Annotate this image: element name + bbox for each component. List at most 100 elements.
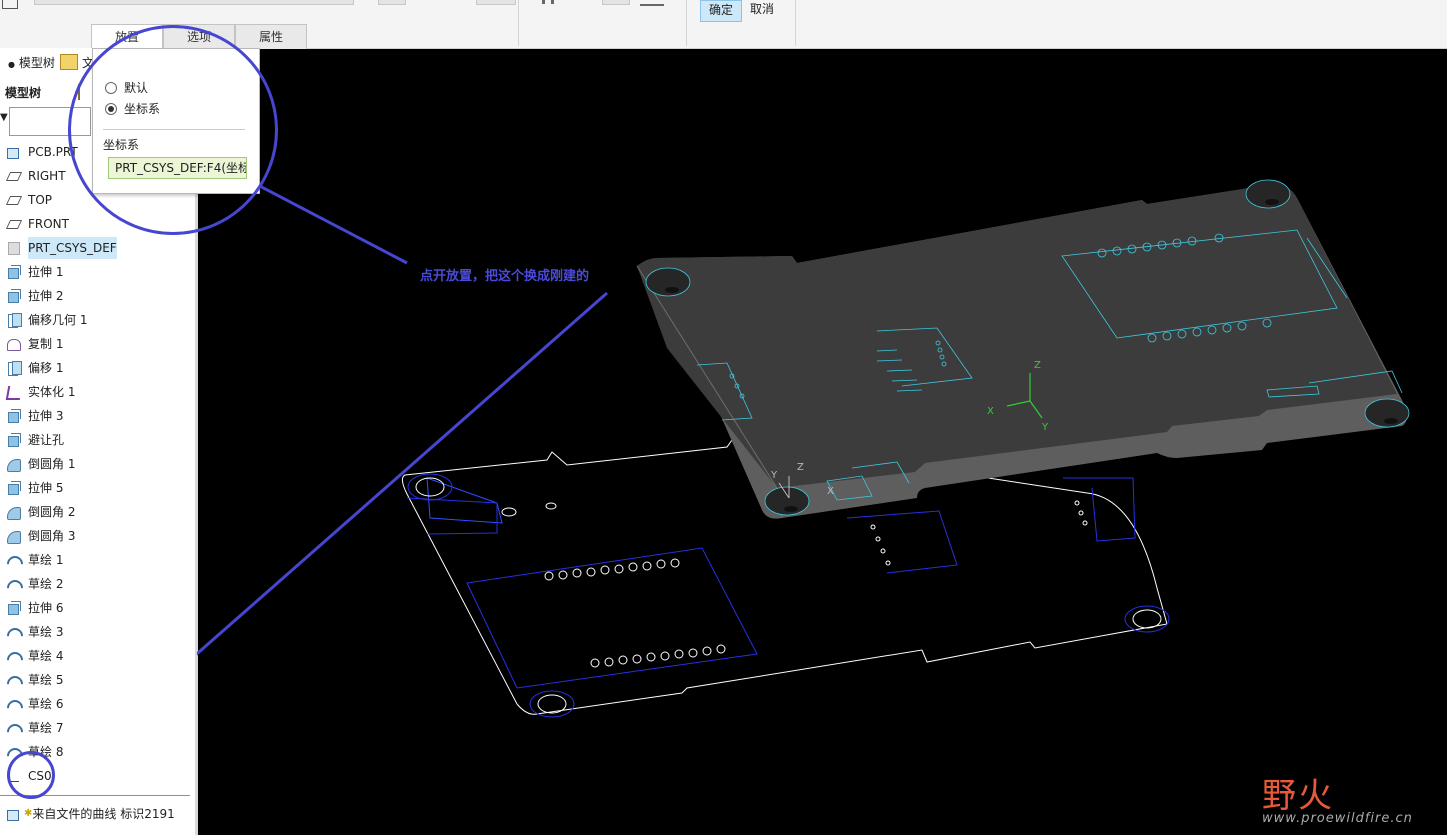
filter-icon[interactable]: ▼ bbox=[0, 112, 8, 123]
tree-item[interactable]: 倒圆角 3 bbox=[6, 525, 75, 547]
tree-item[interactable]: 拉伸 2 bbox=[6, 285, 63, 307]
tree-item[interactable]: 拉伸 5 bbox=[6, 477, 63, 499]
annotation-arrows bbox=[197, 167, 608, 656]
tree-item-label: 偏移几何 1 bbox=[28, 313, 88, 327]
datum-plane-icon bbox=[6, 217, 22, 231]
extrude-icon bbox=[6, 433, 22, 447]
datum-plane-icon bbox=[6, 193, 22, 207]
tree-item-curve-from-file[interactable]: ✱ 来自文件的曲线 标识2191 bbox=[6, 803, 175, 825]
tree-item-label: 草绘 4 bbox=[28, 649, 64, 663]
reference-field[interactable] bbox=[34, 0, 354, 5]
datum-plane-icon bbox=[6, 169, 22, 183]
tab-placement[interactable]: 放置 bbox=[91, 24, 163, 49]
tree-item-label: FRONT bbox=[28, 217, 69, 231]
sketch-icon bbox=[6, 697, 22, 711]
cancel-button[interactable]: 取消 bbox=[744, 0, 780, 20]
sketch-icon bbox=[6, 673, 22, 687]
tree-item-label: 草绘 7 bbox=[28, 721, 64, 735]
radio-default-button[interactable] bbox=[105, 81, 117, 94]
tree-item[interactable]: 草绘 5 bbox=[6, 669, 63, 691]
tree-item[interactable]: 偏移几何 1 bbox=[6, 309, 87, 331]
tree-item-label: 草绘 8 bbox=[28, 745, 64, 759]
pause-icon[interactable] bbox=[542, 0, 554, 4]
folder-browser-icon[interactable] bbox=[60, 54, 78, 70]
tree-item[interactable]: 草绘 7 bbox=[6, 717, 63, 739]
tree-bullet-icon: ● bbox=[8, 60, 15, 69]
offset-icon bbox=[6, 361, 22, 376]
extrude-icon bbox=[6, 601, 22, 615]
ribbon-divider bbox=[795, 0, 796, 46]
part-icon bbox=[6, 145, 22, 159]
tree-item[interactable]: 草绘 3 bbox=[6, 621, 63, 643]
csys-reference-field[interactable]: PRT_CSYS_DEF:F4(坐标 bbox=[108, 157, 247, 179]
radio-csys-label: 坐标系 bbox=[124, 102, 161, 116]
tree-item[interactable]: 实体化 1 bbox=[6, 381, 75, 403]
tree-item[interactable]: 复制 1 bbox=[6, 333, 63, 355]
axis-label-x: X bbox=[987, 406, 994, 417]
sketch-icon bbox=[6, 625, 22, 639]
tree-item-label: 草绘 6 bbox=[28, 697, 64, 711]
tree-item[interactable]: PCB.PRT bbox=[6, 141, 78, 163]
tree-item[interactable]: 草绘 1 bbox=[6, 549, 63, 571]
tree-item[interactable]: FRONT bbox=[6, 213, 69, 235]
tree-item-label: 倒圆角 1 bbox=[28, 457, 76, 471]
tree-item-label: 倒圆角 3 bbox=[28, 529, 76, 543]
radio-default[interactable]: 默认 bbox=[105, 79, 148, 96]
curve-icon bbox=[6, 807, 22, 821]
tree-item[interactable]: TOP bbox=[6, 189, 52, 211]
sketch-icon bbox=[6, 721, 22, 735]
tree-item-label: 草绘 1 bbox=[28, 553, 64, 567]
annotation-note: 点开放置，把这个换成刚建的 bbox=[420, 269, 590, 284]
tree-item[interactable]: 草绘 8 bbox=[6, 741, 63, 763]
extrude-icon bbox=[6, 265, 22, 279]
axis-label-z-2: Z bbox=[797, 462, 804, 473]
tree-item[interactable]: 偏移 1 bbox=[6, 357, 63, 379]
search-input[interactable] bbox=[9, 107, 91, 136]
axis-label-z: Z bbox=[1034, 360, 1041, 371]
pcb-board-model bbox=[636, 179, 1410, 519]
ribbon-divider bbox=[518, 0, 519, 46]
tab-properties[interactable]: 属性 bbox=[235, 24, 307, 49]
tree-item[interactable]: 避让孔 bbox=[6, 429, 64, 451]
ribbon-divider bbox=[686, 0, 687, 46]
ok-button[interactable]: 确定 bbox=[700, 0, 742, 22]
ribbon-button[interactable] bbox=[378, 0, 406, 5]
tree-item-label: PCB.PRT bbox=[28, 145, 78, 159]
glasses-icon[interactable] bbox=[640, 0, 664, 6]
tree-item[interactable]: 拉伸 3 bbox=[6, 405, 63, 427]
tree-item-label: 来自文件的曲线 标识2191 bbox=[32, 807, 175, 821]
tree-item[interactable]: 拉伸 6 bbox=[6, 597, 63, 619]
tree-item[interactable]: RIGHT bbox=[6, 165, 66, 187]
tree-item-label: PRT_CSYS_DEF bbox=[28, 237, 117, 259]
sketch-icon bbox=[6, 745, 22, 759]
radio-csys[interactable]: 坐标系 bbox=[105, 100, 160, 117]
tree-item[interactable]: 拉伸 1 bbox=[6, 261, 63, 283]
radio-csys-button[interactable] bbox=[105, 102, 117, 115]
tree-item[interactable]: 草绘 6 bbox=[6, 693, 63, 715]
copy-icon bbox=[6, 337, 22, 351]
tree-item[interactable]: PRT_CSYS_DEF bbox=[6, 237, 117, 259]
graphics-viewport[interactable]: Z X Y Z Y X bbox=[197, 48, 1447, 835]
tree-item[interactable]: 倒圆角 2 bbox=[6, 501, 75, 523]
watermark-url: www.proewildfire.cn bbox=[1262, 811, 1413, 826]
preview-button[interactable] bbox=[602, 0, 630, 5]
tree-item-label: 草绘 3 bbox=[28, 625, 64, 639]
tree-item-label: 拉伸 6 bbox=[28, 601, 64, 615]
tree-item-label: 拉伸 5 bbox=[28, 481, 64, 495]
csys-section-label: 坐标系 bbox=[103, 138, 140, 152]
extrude-icon bbox=[6, 481, 22, 495]
tab-model-tree[interactable]: ● 模型树 bbox=[8, 54, 55, 71]
tree-item[interactable]: 倒圆角 1 bbox=[6, 453, 75, 475]
dashboard-ribbon: 确定 取消 放置 选项 属性 bbox=[0, 0, 1447, 49]
tree-item[interactable]: CS0 bbox=[6, 765, 52, 787]
tree-heading: 模型树 bbox=[5, 86, 42, 100]
tree-footer-divider bbox=[0, 795, 190, 796]
tree-item[interactable]: 草绘 2 bbox=[6, 573, 63, 595]
ribbon-button[interactable] bbox=[476, 0, 516, 5]
tab-options[interactable]: 选项 bbox=[163, 24, 235, 49]
axis-label-y: Y bbox=[1041, 422, 1049, 433]
ribbon-icon[interactable] bbox=[2, 0, 18, 9]
tree-item[interactable]: 草绘 4 bbox=[6, 645, 63, 667]
tree-item-label: 避让孔 bbox=[28, 433, 65, 447]
watermark-brand: 野火 bbox=[1262, 776, 1334, 816]
